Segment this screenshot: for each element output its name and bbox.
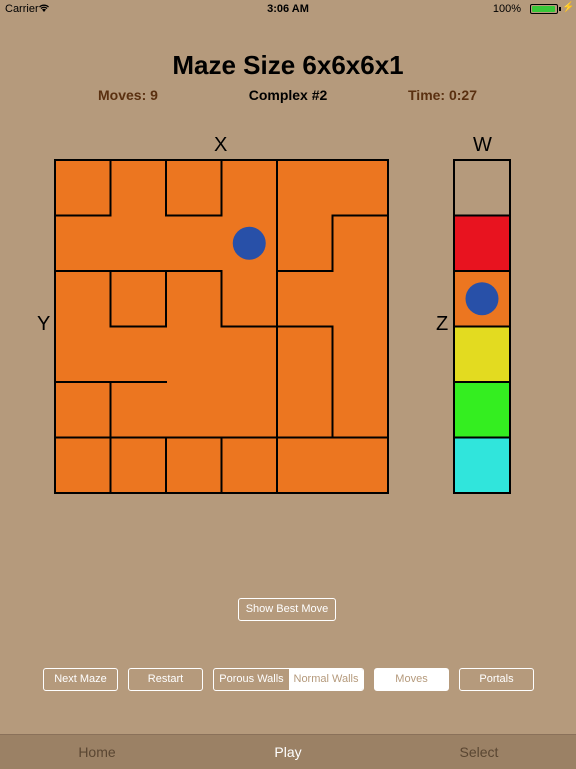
player-marker — [232, 226, 266, 260]
restart-button[interactable]: Restart — [128, 668, 203, 691]
tab-play[interactable]: Play — [228, 735, 348, 769]
level-cell — [453, 381, 511, 439]
tab-select[interactable]: Select — [419, 735, 539, 769]
next-maze-button[interactable]: Next Maze — [43, 668, 118, 691]
axis-w-label: W — [473, 134, 492, 156]
axis-z-label: Z — [436, 313, 449, 335]
battery-icon: ⚡ — [530, 2, 574, 14]
wall-mode-segmented-control: Porous Walls Normal Walls — [213, 668, 364, 691]
puzzle-name: Complex #2 — [248, 87, 328, 103]
timer: Time: 0:27 — [408, 87, 477, 103]
level-cell — [453, 214, 511, 272]
moves-button[interactable]: Moves — [374, 668, 449, 691]
level-cell — [453, 325, 511, 383]
porous-walls-segment[interactable]: Porous Walls — [214, 669, 289, 690]
tab-bar: Home Play Select — [0, 734, 576, 769]
status-bar: Carrier 3:06 AM 100% ⚡ — [0, 0, 576, 18]
battery-percent: 100% — [492, 3, 521, 15]
normal-walls-segment[interactable]: Normal Walls — [289, 669, 363, 690]
show-best-move-button[interactable]: Show Best Move — [238, 598, 336, 621]
axis-x-label: X — [214, 134, 228, 156]
maze-grid[interactable] — [54, 159, 389, 494]
level-player-marker — [465, 282, 499, 316]
clock: 3:06 AM — [267, 3, 309, 15]
level-column[interactable] — [453, 159, 511, 494]
level-cell — [453, 436, 511, 494]
portals-button[interactable]: Portals — [459, 668, 534, 691]
level-cell — [453, 159, 511, 217]
page-title: Maze Size 6x6x6x1 — [172, 50, 404, 80]
tab-home[interactable]: Home — [37, 735, 157, 769]
axis-y-label: Y — [37, 313, 51, 335]
